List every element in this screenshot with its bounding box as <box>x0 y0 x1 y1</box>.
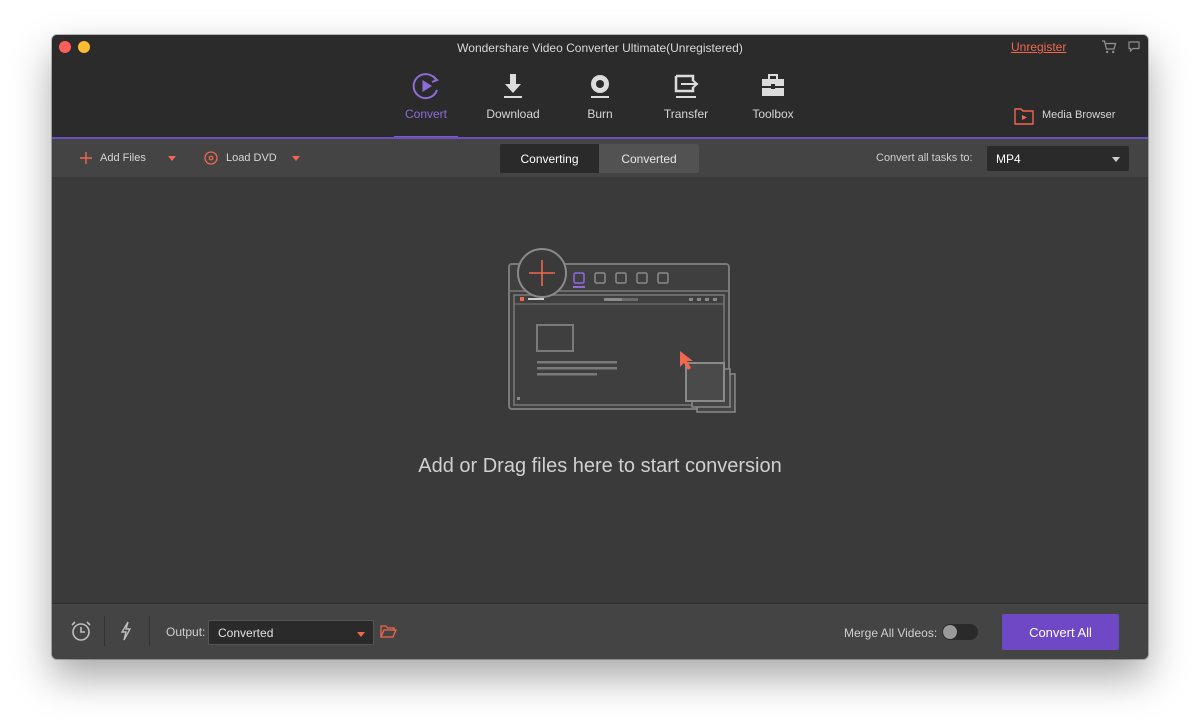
tab-toolbox[interactable]: Toolbox <box>733 65 813 138</box>
merge-all-videos-label: Merge All Videos: <box>844 626 937 640</box>
tab-transfer-label: Transfer <box>646 107 726 121</box>
bottom-divider <box>104 616 105 646</box>
dvd-icon <box>204 151 218 165</box>
convert-all-button[interactable]: Convert All <box>1002 614 1119 650</box>
media-browser-label: Media Browser <box>1042 109 1115 121</box>
transfer-icon <box>671 71 701 101</box>
output-format-select[interactable]: MP4 <box>987 146 1129 171</box>
add-files-dropdown[interactable] <box>168 156 176 161</box>
app-window: Wondershare Video Converter Ultimate(Unr… <box>52 35 1148 659</box>
chat-icon[interactable] <box>1128 41 1140 52</box>
bottom-bar: Output: Converted Merge All Videos: Conv… <box>52 603 1148 659</box>
media-browser-icon <box>1014 107 1034 125</box>
cart-icon[interactable] <box>1101 40 1117 54</box>
unregister-link[interactable]: Unregister <box>1011 40 1066 54</box>
toggle-knob <box>943 625 957 639</box>
output-folder-value: Converted <box>218 626 273 640</box>
output-label: Output: <box>166 625 205 639</box>
download-icon <box>498 71 528 101</box>
lightning-icon[interactable] <box>120 621 132 641</box>
convert-all-tasks-label: Convert all tasks to: <box>876 152 973 164</box>
bottom-divider <box>149 616 150 646</box>
toolbar: Add Files Load DVD Converting Converted … <box>52 139 1148 177</box>
window-title: Wondershare Video Converter Ultimate(Unr… <box>52 41 1148 55</box>
drag-files-illustration <box>464 247 739 422</box>
folder-open-icon[interactable] <box>380 625 397 638</box>
output-folder-select[interactable]: Converted <box>208 620 374 645</box>
tab-convert-label: Convert <box>386 107 466 121</box>
tab-burn-label: Burn <box>560 107 640 121</box>
convert-icon <box>411 71 441 101</box>
add-files-button[interactable]: Add Files <box>80 139 146 177</box>
file-drop-zone[interactable]: Add or Drag files here to start conversi… <box>52 177 1148 603</box>
tab-download-label: Download <box>473 107 553 121</box>
tab-transfer[interactable]: Transfer <box>646 65 726 138</box>
plus-icon <box>80 152 92 164</box>
burn-icon <box>585 71 615 101</box>
tab-download[interactable]: Download <box>473 65 553 138</box>
drop-prompt: Add or Drag files here to start conversi… <box>52 455 1148 478</box>
output-format-value: MP4 <box>996 152 1021 166</box>
title-nav-bar: Wondershare Video Converter Ultimate(Unr… <box>52 35 1148 138</box>
alarm-clock-icon[interactable] <box>70 620 92 642</box>
load-dvd-button[interactable]: Load DVD <box>204 139 277 177</box>
tab-convert[interactable]: Convert <box>386 65 466 138</box>
load-dvd-label: Load DVD <box>226 152 277 164</box>
chevron-down-icon <box>357 632 365 637</box>
status-segmented-control: Converting Converted <box>500 144 699 173</box>
tab-burn[interactable]: Burn <box>560 65 640 138</box>
load-dvd-dropdown[interactable] <box>292 156 300 161</box>
segment-converting[interactable]: Converting <box>500 144 599 173</box>
chevron-down-icon <box>1112 157 1120 162</box>
toolbox-icon <box>758 71 788 101</box>
tab-toolbox-label: Toolbox <box>733 107 813 121</box>
segment-converted[interactable]: Converted <box>599 144 699 173</box>
add-files-label: Add Files <box>100 152 146 164</box>
merge-all-videos-toggle[interactable] <box>942 624 978 640</box>
